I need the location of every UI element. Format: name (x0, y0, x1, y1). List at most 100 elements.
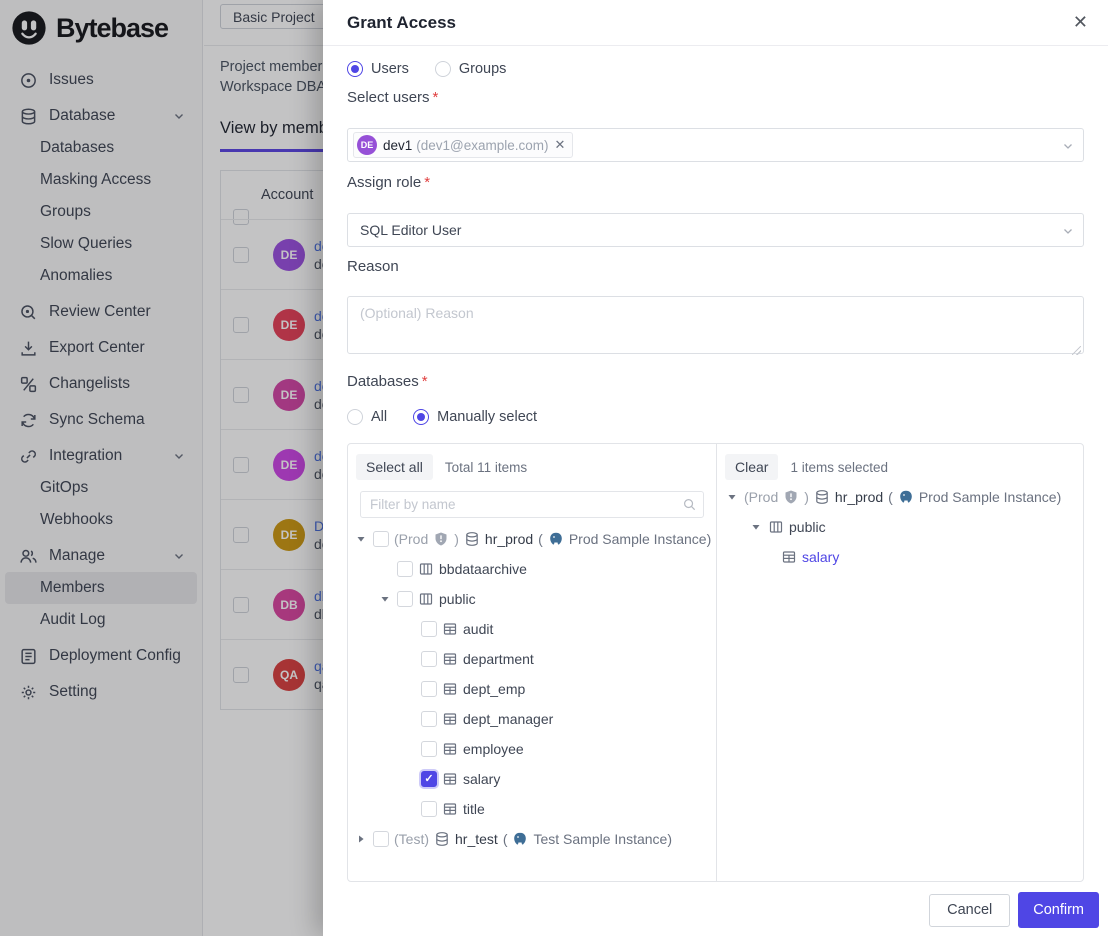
database-icon (464, 531, 480, 547)
instance-name: Prod Sample Instance) (919, 489, 1061, 505)
tree-row-table[interactable]: employee (348, 734, 716, 764)
radio-groups-control[interactable] (435, 61, 451, 77)
checkbox[interactable] (421, 681, 437, 697)
tree-row-hr-test[interactable]: (Test) hr_test ( Test Sample Instance) (348, 824, 716, 854)
database-tree: (Prod ) hr_prod ( Prod Sample Instance) (348, 524, 716, 854)
required-asterisk: * (433, 89, 439, 106)
table-icon (442, 771, 458, 787)
schema-icon (418, 561, 434, 577)
radio-users-control[interactable] (347, 61, 363, 77)
select-users-input[interactable]: DE dev1 (dev1@example.com) ✕ (347, 128, 1084, 162)
tree-row-schema[interactable]: bbdataarchive (348, 554, 716, 584)
chip-user-email: (dev1@example.com) (416, 138, 548, 153)
close-icon[interactable]: ✕ (1067, 10, 1094, 35)
tree-row-schema[interactable]: public (717, 512, 1083, 542)
screen: Bytebase Issues Database Databases Maski… (0, 0, 1108, 936)
database-name: hr_prod (485, 531, 533, 547)
radio-manual-label: Manually select (437, 409, 537, 425)
source-pane-header: Select all Total 11 items (356, 454, 708, 480)
tree-row-table[interactable]: department (348, 644, 716, 674)
assign-role-value: SQL Editor User (353, 222, 461, 238)
reason-textarea[interactable] (347, 296, 1084, 354)
checkbox[interactable] (397, 591, 413, 607)
radio-manually-select[interactable]: Manually select (413, 409, 537, 425)
user-chip: DE dev1 (dev1@example.com) ✕ (353, 132, 573, 158)
filter-by-name-input[interactable] (360, 491, 704, 518)
checkbox-checked[interactable] (421, 771, 437, 787)
filter-field-wrap (360, 491, 704, 518)
avatar: DE (357, 135, 377, 155)
checkbox[interactable] (421, 741, 437, 757)
checkbox[interactable] (421, 621, 437, 637)
selected-tree: (Prod ) hr_prod ( Prod Sample Instance) … (717, 482, 1083, 572)
total-items-text: Total 11 items (445, 460, 527, 475)
checkbox[interactable] (421, 651, 437, 667)
databases-radio-group: All Manually select (347, 407, 1084, 427)
grant-access-modal: Grant Access ✕ Users Groups Select users… (323, 0, 1108, 936)
tree-row-table[interactable]: dept_emp (348, 674, 716, 704)
checkbox[interactable] (397, 561, 413, 577)
assign-role-select[interactable]: SQL Editor User (347, 213, 1084, 247)
tree-row-table[interactable]: title (348, 794, 716, 824)
caret-down-icon[interactable] (354, 532, 368, 546)
database-icon (434, 831, 450, 847)
instance-name: Prod Sample Instance) (569, 531, 711, 547)
search-icon (682, 497, 697, 512)
modal-header: Grant Access ✕ (323, 0, 1108, 46)
radio-all-databases[interactable]: All (347, 409, 387, 425)
checkbox[interactable] (421, 801, 437, 817)
databases-label: Databases* (347, 373, 1084, 393)
tree-row-table[interactable]: dept_manager (348, 704, 716, 734)
caret-down-icon[interactable] (725, 490, 739, 504)
assign-role-label: Assign role* (347, 174, 1084, 194)
selected-count-text: 1 items selected (790, 460, 888, 475)
modal-title: Grant Access (347, 13, 456, 33)
tree-row-schema[interactable]: public (348, 584, 716, 614)
tree-row-table-salary-selected[interactable]: salary (717, 542, 1083, 572)
table-icon (442, 741, 458, 757)
clear-button[interactable]: Clear (725, 454, 778, 480)
checkbox[interactable] (373, 831, 389, 847)
cancel-button[interactable]: Cancel (929, 894, 1010, 927)
required-asterisk: * (424, 174, 430, 191)
table-icon (442, 801, 458, 817)
checkbox[interactable] (421, 711, 437, 727)
chip-remove-icon[interactable]: ✕ (555, 137, 566, 153)
modal-footer: Cancel Confirm (929, 892, 1099, 928)
radio-users-label: Users (371, 61, 409, 77)
caret-down-icon[interactable] (749, 520, 763, 534)
radio-all-control[interactable] (347, 409, 363, 425)
picker-selected-pane: Clear 1 items selected (Prod ) hr_prod (… (717, 444, 1083, 881)
selected-pane-header: Clear 1 items selected (725, 454, 1075, 480)
postgresql-icon (548, 531, 564, 547)
resize-handle[interactable] (1072, 346, 1081, 355)
chevron-down-icon (1062, 140, 1074, 152)
select-all-button[interactable]: Select all (356, 454, 433, 480)
reason-field-wrap (347, 296, 1084, 359)
caret-down-icon[interactable] (378, 592, 392, 606)
radio-users[interactable]: Users (347, 61, 409, 77)
radio-groups[interactable]: Groups (435, 61, 507, 77)
database-icon (814, 489, 830, 505)
table-icon (442, 621, 458, 637)
postgresql-icon (512, 831, 528, 847)
schema-icon (768, 519, 784, 535)
table-icon (442, 711, 458, 727)
postgresql-icon (898, 489, 914, 505)
radio-manual-control[interactable] (413, 409, 429, 425)
checkbox[interactable] (373, 531, 389, 547)
tree-row-table[interactable]: audit (348, 614, 716, 644)
database-picker: Select all Total 11 items (Prod ) (347, 443, 1084, 882)
caret-right-icon[interactable] (354, 832, 368, 846)
tree-row-hr-prod[interactable]: (Prod ) hr_prod ( Prod Sample Instance) (717, 482, 1083, 512)
database-name: hr_prod (835, 489, 883, 505)
select-users-label: Select users* (347, 89, 1084, 109)
environment-shield-icon (433, 531, 449, 547)
schema-icon (418, 591, 434, 607)
tree-row-table-salary[interactable]: salary (348, 764, 716, 794)
tree-row-hr-prod[interactable]: (Prod ) hr_prod ( Prod Sample Instance) (348, 524, 716, 554)
confirm-button[interactable]: Confirm (1018, 892, 1099, 928)
environment-shield-icon (783, 489, 799, 505)
instance-name: Test Sample Instance) (533, 831, 672, 847)
chevron-down-icon (1062, 225, 1074, 237)
